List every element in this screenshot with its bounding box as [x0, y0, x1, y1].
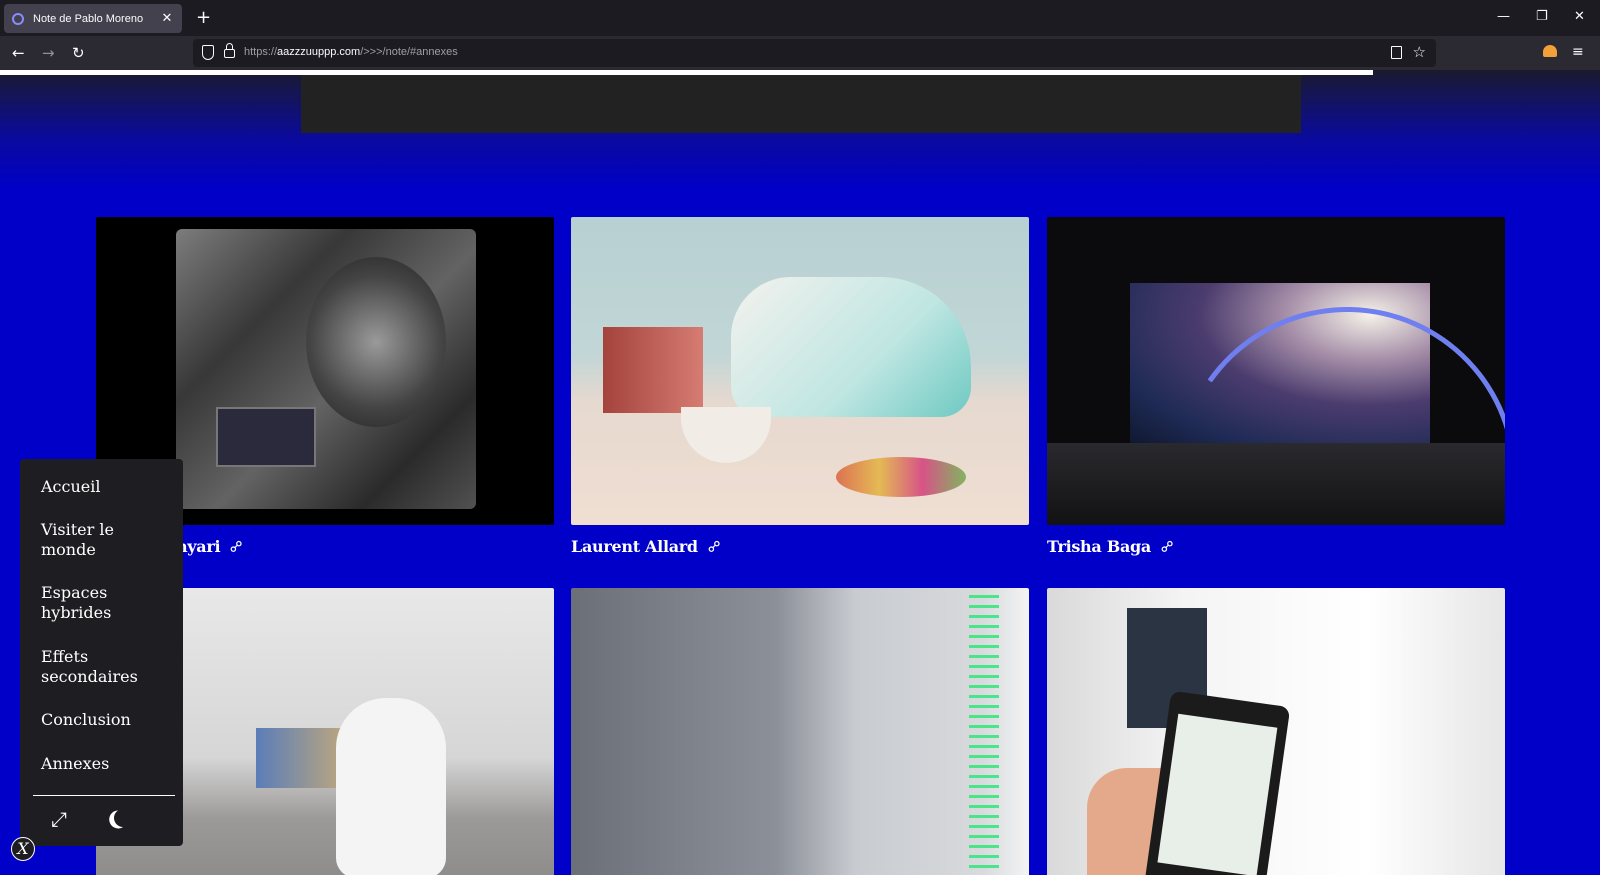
page-content: Nika Allahyari ⚯ Laurent Allard ⚯ Trisha… [0, 70, 1600, 875]
back-button[interactable]: ← [12, 44, 25, 62]
menu-item-espaces-hybrides[interactable]: Espaces hybrides [41, 583, 171, 623]
link-icon[interactable]: ⚯ [1156, 535, 1179, 558]
menu-item-accueil[interactable]: Accueil [41, 477, 171, 497]
tab-close-icon[interactable]: ✕ [160, 11, 174, 26]
artist-image[interactable] [1047, 588, 1505, 875]
fullscreen-expand-icon[interactable]: ⤢ [51, 807, 67, 831]
extension-icon[interactable] [1543, 45, 1557, 57]
tab-title: Note de Pablo Moreno [33, 12, 144, 25]
link-icon[interactable]: ⚯ [703, 535, 726, 558]
reload-button[interactable]: ↻ [72, 44, 85, 62]
floor-shape [1047, 443, 1505, 525]
artist-caption: Trisha Baga ⚯ [1047, 535, 1505, 558]
artist-card[interactable]: Trisha Baga ⚯ [1047, 217, 1505, 558]
hamburger-menu-icon[interactable]: ≡ [1572, 44, 1584, 60]
menu-item-annexes[interactable]: Annexes [41, 754, 171, 774]
close-window-button[interactable]: ✕ [1574, 9, 1585, 25]
menu-item-conclusion[interactable]: Conclusion [41, 710, 171, 730]
artist-card[interactable] [1047, 588, 1505, 875]
artist-card[interactable]: Laurent Allard ⚯ [571, 217, 1029, 558]
artist-caption: Laurent Allard ⚯ [571, 535, 1029, 558]
artist-name[interactable]: Laurent Allard [571, 537, 698, 556]
artist-image[interactable] [571, 217, 1029, 525]
browser-tab[interactable]: Note de Pablo Moreno ✕ [4, 4, 182, 33]
tab-favicon-icon [12, 12, 24, 25]
artist-card[interactable] [571, 588, 1029, 875]
bookmark-star-icon[interactable]: ☆ [1413, 43, 1426, 61]
side-navigation-menu: Accueil Visiter le monde Espaces hybride… [20, 459, 183, 846]
top-panel [301, 75, 1301, 133]
link-icon[interactable]: ⚯ [225, 535, 248, 558]
menu-item-visiter-le-monde[interactable]: Visiter le monde [41, 520, 171, 560]
bear-sculpture-shape [336, 698, 446, 875]
url-prefix: https:// [244, 46, 278, 58]
menu-toggle-button[interactable]: X [11, 837, 35, 861]
url-host: aazzzuuppp.com [277, 46, 361, 58]
browser-tab-bar: Note de Pablo Moreno ✕ + — ❐ ✕ [0, 0, 1600, 36]
address-bar[interactable]: https://aazzzuuppp.com/>>>/note/#annexes… [193, 39, 1436, 67]
sweets-dish-shape [836, 457, 966, 497]
sculpture-panel-shape [216, 407, 316, 467]
restore-window-button[interactable]: ❐ [1536, 9, 1548, 25]
url-text[interactable]: https://aazzzuuppp.com/>>>/note/#annexes [244, 46, 458, 58]
menu-divider [33, 795, 175, 796]
forward-button[interactable]: → [42, 44, 55, 62]
sculpture-face-shape [306, 257, 446, 427]
new-tab-button[interactable]: + [196, 8, 211, 28]
tea-box-shape [603, 327, 703, 413]
menu-item-effets-secondaires[interactable]: Effets secondaires [41, 647, 171, 687]
artist-image[interactable] [1047, 217, 1505, 525]
artist-image[interactable] [571, 588, 1029, 875]
cup-shape [681, 407, 771, 463]
dark-mode-moon-icon[interactable] [111, 806, 134, 829]
browser-nav-bar: ← → ↻ https://aazzzuuppp.com/>>>/note/#a… [0, 36, 1600, 70]
reader-view-icon[interactable] [1391, 46, 1402, 59]
tracking-shield-icon[interactable] [202, 45, 214, 60]
lock-icon[interactable] [224, 43, 235, 58]
url-path: />>>/note/#annexes [360, 46, 458, 58]
green-light-shape [969, 588, 999, 875]
minimize-window-button[interactable]: — [1497, 9, 1510, 25]
artist-name[interactable]: Trisha Baga [1047, 537, 1151, 556]
teapot-sneaker-shape [731, 277, 971, 417]
